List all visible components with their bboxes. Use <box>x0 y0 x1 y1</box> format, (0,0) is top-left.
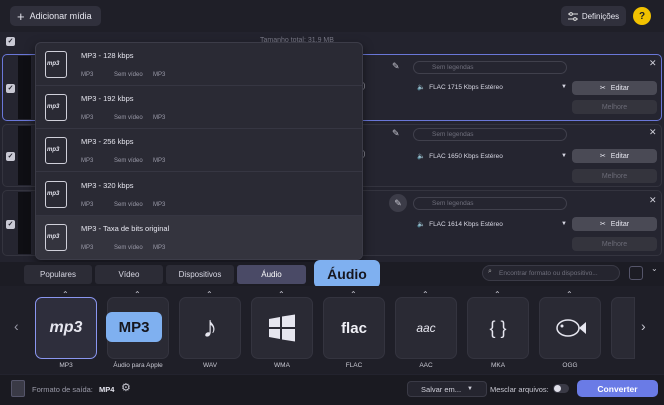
mp3-file-icon: mp3 <box>45 94 67 121</box>
subtitle-select[interactable]: Sem legendas <box>413 197 567 210</box>
settings-label: Definições <box>581 11 620 21</box>
subtitle-select[interactable]: Sem legendas <box>413 128 567 141</box>
collapse-chevron-icon[interactable]: ⌄ <box>651 264 658 273</box>
speaker-icon: 🔈 <box>417 84 426 91</box>
tab-populares[interactable]: Populares <box>24 265 92 284</box>
format-next-partial[interactable] <box>611 297 635 359</box>
music-note-icon: ♪ <box>202 311 218 344</box>
add-media-button[interactable]: + Adicionar mídia <box>10 6 101 26</box>
edit-name-pencil-icon[interactable]: ✎ <box>392 61 400 72</box>
audio-track-select[interactable]: 🔈 FLAC 1614 Kbps Estéreo ▼ <box>417 220 567 229</box>
select-all-checkbox[interactable]: ✓ <box>6 37 15 46</box>
mp3-file-icon: mp3 <box>45 181 67 208</box>
windows-logo-icon <box>269 314 295 342</box>
chevron-down-icon: ▼ <box>561 153 567 159</box>
improve-button[interactable]: Melhore <box>572 100 657 114</box>
braces-icon: { } <box>489 317 507 338</box>
format-mp3[interactable]: mp3 <box>35 297 97 359</box>
video-thumbnail <box>18 126 31 185</box>
remove-file-close-icon[interactable]: ✕ <box>649 58 657 69</box>
output-format-file-icon <box>11 380 25 397</box>
format-flac[interactable]: flac <box>323 297 385 359</box>
mp3-format-callout: MP3 <box>106 312 162 342</box>
audio-track-select[interactable]: 🔈 FLAC 1715 Kbps Estéreo ▼ <box>417 83 567 92</box>
mp3-file-icon: mp3 <box>45 137 67 164</box>
merge-files-toggle[interactable] <box>553 384 569 393</box>
chevron-down-icon: ▼ <box>467 386 473 392</box>
speaker-icon: 🔈 <box>417 153 426 160</box>
audio-track-select[interactable]: 🔈 FLAC 1650 Kbps Estéreo ▼ <box>417 152 567 161</box>
file-checkbox[interactable]: ✓ <box>6 84 15 93</box>
format-wav[interactable]: ♪ <box>179 297 241 359</box>
tab-video[interactable]: Vídeo <box>95 265 163 284</box>
preset-option[interactable]: mp3 MP3 - Taxa de bits original MP3 Sem … <box>36 216 362 259</box>
preset-option[interactable]: mp3 MP3 - 128 kbps MP3 Sem vídeo MP3 <box>36 43 362 86</box>
file-checkbox[interactable]: ✓ <box>6 220 15 229</box>
dropdown-chevron-icon[interactable]: ) <box>363 151 365 158</box>
format-ogg[interactable] <box>539 297 601 359</box>
scissors-icon: ✂ <box>599 153 606 160</box>
tab-audio[interactable]: Áudio <box>237 265 306 284</box>
video-thumbnail <box>18 56 31 119</box>
merge-files-label: Mesclar arquivos: <box>490 385 549 394</box>
output-format-value: MP4 <box>99 385 115 394</box>
mp3-file-icon: mp3 <box>45 224 67 251</box>
help-button[interactable]: ? <box>633 7 651 25</box>
subtitle-select[interactable]: Sem legendas <box>413 61 567 74</box>
improve-button[interactable]: Melhore <box>572 237 657 251</box>
plus-icon: + <box>17 8 25 24</box>
file-checkbox[interactable]: ✓ <box>6 152 15 161</box>
audio-tab-callout: Áudio <box>314 260 380 288</box>
gear-icon[interactable]: ⚙ <box>121 381 131 394</box>
tab-dispositivos[interactable]: Dispositivos <box>166 265 234 284</box>
edit-button[interactable]: ✂ Editar <box>572 149 657 163</box>
settings-button[interactable]: Definições <box>561 6 626 26</box>
carousel-next-icon[interactable]: › <box>641 318 646 334</box>
edit-button[interactable]: ✂ Editar <box>572 217 657 231</box>
chevron-down-icon: ▼ <box>561 221 567 227</box>
dropdown-chevron-icon[interactable]: ) <box>363 83 365 90</box>
format-aac[interactable]: aac <box>395 297 457 359</box>
add-format-icon[interactable] <box>629 266 643 280</box>
format-mka[interactable]: { } <box>467 297 529 359</box>
preset-option[interactable]: mp3 MP3 - 192 kbps MP3 Sem vídeo MP3 <box>36 86 362 129</box>
remove-file-close-icon[interactable]: ✕ <box>649 195 657 206</box>
scissors-icon: ✂ <box>599 85 606 92</box>
save-to-button[interactable]: Salvar em... ▼ <box>407 381 487 397</box>
mp3-file-icon: mp3 <box>45 51 67 78</box>
speaker-icon: 🔈 <box>417 221 426 228</box>
sliders-icon <box>567 11 578 21</box>
video-thumbnail <box>18 192 31 254</box>
preset-option[interactable]: mp3 MP3 - 256 kbps MP3 Sem vídeo MP3 <box>36 129 362 172</box>
preset-option[interactable]: mp3 MP3 - 320 kbps MP3 Sem vídeo MP3 <box>36 173 362 216</box>
chevron-down-icon: ▼ <box>561 84 567 90</box>
carousel-prev-icon[interactable]: ‹ <box>14 318 19 334</box>
edit-name-pencil-icon[interactable]: ✎ <box>389 194 407 212</box>
aac-icon: aac <box>416 321 436 335</box>
edit-name-pencil-icon[interactable]: ✎ <box>392 128 400 139</box>
convert-button[interactable]: Converter <box>577 380 658 397</box>
scissors-icon: ✂ <box>599 221 606 228</box>
add-media-label: Adicionar mídia <box>29 11 92 21</box>
format-wma[interactable] <box>251 297 313 359</box>
remove-file-close-icon[interactable]: ✕ <box>649 127 657 138</box>
flac-icon: flac <box>341 319 367 337</box>
mp3-icon: mp3 <box>49 319 83 336</box>
search-icon: ⌕ <box>488 268 492 275</box>
fish-icon <box>556 319 586 337</box>
improve-button[interactable]: Melhore <box>572 169 657 183</box>
edit-button[interactable]: ✂ Editar <box>572 81 657 95</box>
format-search-input[interactable]: ⌕ Encontrar formato ou dispositivo... <box>482 265 620 281</box>
preset-dropdown: mp3 MP3 - 128 kbps MP3 Sem vídeo MP3 mp3… <box>35 42 363 260</box>
output-format-label: Formato de saída: <box>32 385 93 394</box>
